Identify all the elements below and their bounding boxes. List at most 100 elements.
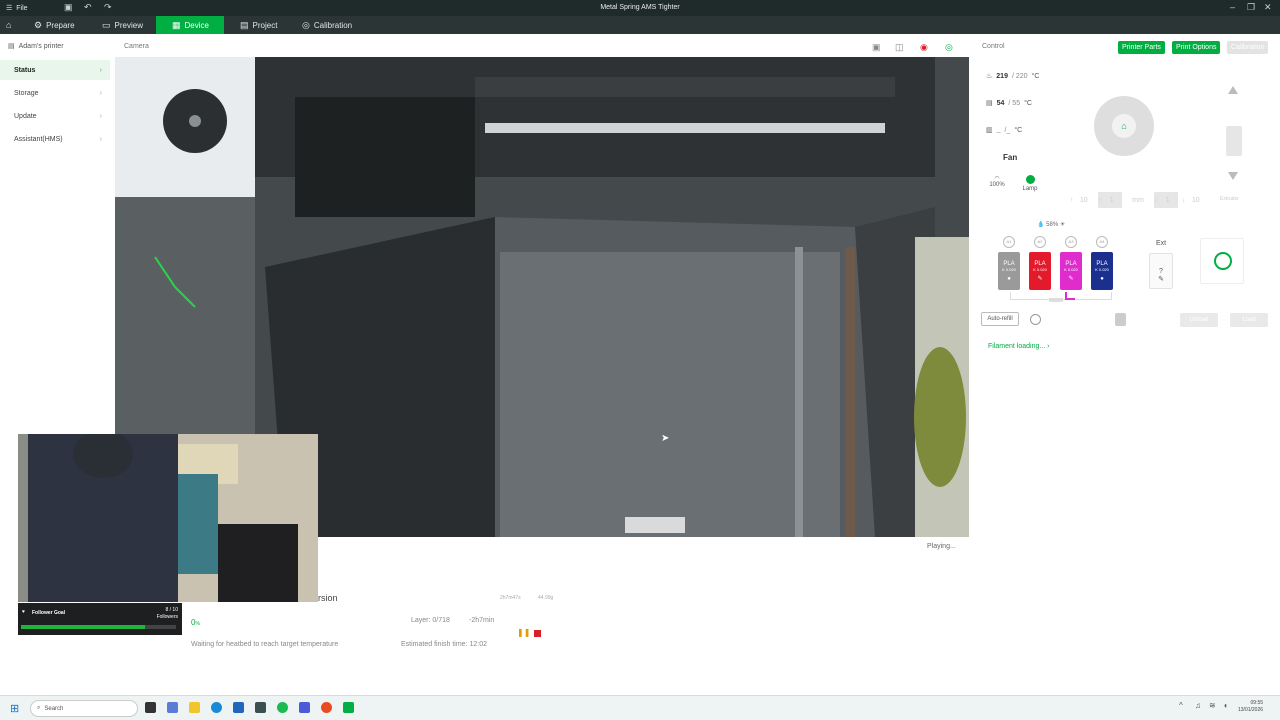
system-clock[interactable]: 09:55 13/01/2026 [1238,700,1263,714]
auto-refill-button[interactable]: Auto-refill [981,312,1019,326]
sidebar-item-storage[interactable]: Storage › [0,83,110,103]
z-axis-controls: ↑ 10 ↑ 1 mm ↓ 1 ↓ 10 [1070,192,1206,208]
volume-icon[interactable]: ◖ [1223,701,1228,710]
tab-calibration[interactable]: ◎ Calibration [294,16,360,34]
camera-label: Camera [124,43,149,50]
sidebar-item-label: Assistant(HMS) [14,135,63,143]
follower-goal-title: Follower Goal [32,610,66,616]
tab-label: Prepare [46,20,75,30]
windows-start-icon[interactable]: ⊞ [10,702,19,715]
main-nav: ⌂ ⚙ Prepare ▭ Preview ▦ Device ▤ Project ◎ Ca… [0,16,1280,34]
ams-humidity[interactable]: 💧 58% ☀ [1037,221,1065,228]
sidebar-item-status[interactable]: Status › [0,60,110,80]
ams-slot-a4[interactable]: PLA K 0.020 ● [1091,252,1113,290]
estimated-finish: Estimated finish time: 12:02 [401,641,487,648]
spool-icon [1214,252,1232,270]
taskbar-search[interactable]: ⌕ Search [30,700,138,717]
bambu-studio-icon[interactable] [343,702,354,713]
nozzle-temp-target: / 220 [1011,73,1028,80]
sidebar-item-update[interactable]: Update › [0,106,110,126]
z-down-10-button[interactable]: ↓ 10 [1182,192,1206,208]
settings-icon[interactable] [1030,314,1041,325]
ext-label: Ext [1156,240,1167,247]
extruder-down-icon[interactable] [1228,172,1238,180]
ams-slot-a1[interactable]: PLA K 0.020 ● [998,252,1020,290]
stop-button[interactable] [534,630,541,637]
tab-device[interactable]: ▦ Device [156,16,224,34]
close-icon[interactable]: ✕ [1264,2,1272,13]
bed-temp-target: / 55 [1008,100,1021,107]
home-axes-icon[interactable]: ⌂ [1112,114,1136,138]
xy-jog-pad[interactable]: ⌂ [1094,96,1154,156]
z-step-label: 1 [1165,196,1170,204]
z-up-10-button[interactable]: ↑ 10 [1070,192,1094,208]
browser-icon[interactable] [321,702,332,713]
tab-label: Preview [114,20,143,30]
unload-button[interactable]: Unload [1180,313,1218,327]
store-icon[interactable] [233,702,244,713]
camera-toggle-icon[interactable]: ◎ [945,42,953,53]
print-options-button[interactable]: Print Options [1172,41,1221,54]
wifi-icon[interactable]: ≋ [1209,701,1216,710]
ext-spool-slot[interactable]: ? ✎ [1149,253,1173,289]
window-title: Metal Spring AMS Tighter [600,4,680,11]
nozzle-temp[interactable]: ♨ 219 / 220 °C [986,72,1039,80]
app-icon[interactable] [255,702,266,713]
record-icon[interactable]: ◉ [920,42,928,53]
file-explorer-icon[interactable] [189,702,200,713]
prepare-icon: ⚙ [34,19,43,30]
windows-taskbar: ⊞ ⌕ Search ^ ♫ ≋ ◖ 09:55 13/01/2026 [0,695,1280,720]
sun-icon: ☀ [1059,222,1066,228]
chevron-right-icon: › [99,89,102,97]
app-icon[interactable] [299,702,310,713]
fan-title: Fan [1003,153,1018,162]
load-button[interactable]: Load [1230,313,1268,327]
minimize-icon[interactable]: – [1230,2,1235,12]
title-bar: ☰ File ▣ ↶ ↷ Metal Spring AMS Tighter – … [0,0,1280,16]
bed-temp[interactable]: ▤ 54 / 55 °C [986,99,1032,107]
printer-selector[interactable]: ▤ Adam's printer [8,42,64,51]
printer-parts-button[interactable]: Printer Parts [1118,41,1165,54]
ams-slot-a3[interactable]: PLA K 0.020 ✎ [1060,252,1082,290]
edge-icon[interactable] [211,702,222,713]
z-down-1-button[interactable]: ↓ 1 [1154,192,1178,208]
filament-loading-link[interactable]: Filament loading... › [988,343,1050,350]
sidebar-item-label: Status [14,66,36,74]
snapshot-icon[interactable]: ▣ [872,42,881,53]
follower-progress-fill [21,625,145,629]
bed-icon: ▤ [986,100,993,107]
fan-control[interactable]: ◠ 100% [986,175,1008,188]
slot-k: K 0.020 [1095,267,1109,272]
calibration-button[interactable]: Calibration [1227,41,1269,54]
follower-goal-widget: ♥ Follower Goal 8 / 10 Followers [18,603,182,635]
microphone-icon[interactable]: ♫ [1195,701,1201,710]
lamp-toggle[interactable]: Lamp [1019,175,1041,192]
ams-slot-a2[interactable]: PLA K 0.020 ✎ [1029,252,1051,290]
chevron-up-icon[interactable]: ^ [1179,701,1183,710]
heart-icon: ♥ [22,609,25,615]
timelapse-icon[interactable]: ◫ [895,42,904,53]
tab-label: Calibration [313,20,353,30]
tab-preview[interactable]: ▭ Preview [94,16,151,34]
copilot-icon[interactable] [167,702,178,713]
ext-value: ? [1159,268,1163,275]
z-up-1-button[interactable]: ↑ 1 [1098,192,1122,208]
slot-k: K 0.020 [1002,267,1016,272]
chamber-temp[interactable]: ▥ _ /_ °C [986,126,1022,134]
tab-label: Device [184,20,209,30]
extruder-small-icon [1115,313,1126,326]
maximize-icon[interactable]: ❐ [1247,2,1255,13]
task-view-icon[interactable] [145,702,156,713]
extruder-up-icon[interactable] [1228,86,1238,94]
eye-icon: ● [1100,276,1104,282]
tab-project[interactable]: ▤ Project [232,16,285,34]
tab-prepare[interactable]: ⚙ Prepare [26,16,83,34]
humidity-value: 58 [1046,222,1053,228]
sidebar-item-assistant[interactable]: Assistant(HMS) › [0,129,110,149]
eye-icon: ● [1007,276,1011,282]
z-unit-label: mm [1132,196,1144,204]
chevron-right-icon: › [99,135,102,143]
home-button[interactable]: ⌂ [0,16,17,34]
pause-icon[interactable]: ❚❚ [517,628,530,637]
spotify-icon[interactable] [277,702,288,713]
